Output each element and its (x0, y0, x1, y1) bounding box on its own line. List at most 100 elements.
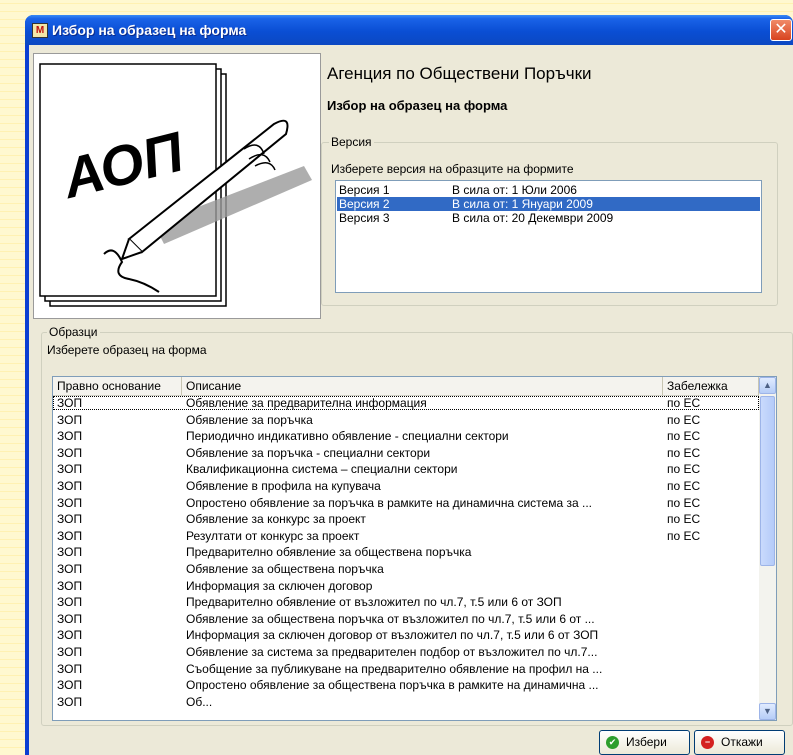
cell-note: по ЕС (667, 462, 701, 477)
check-icon: ✔ (606, 736, 619, 749)
cell-legal-basis: ЗОП (57, 694, 83, 709)
cell-description: Обявление за поръчка - специални сектори (186, 445, 431, 460)
cancel-button[interactable]: − Откажи (694, 730, 785, 755)
samples-legend: Образци (47, 325, 100, 339)
select-button-label: Избери (626, 735, 667, 749)
cell-description: Обявление за обществена поръчка от възло… (186, 611, 595, 626)
organization-title: Агенция по Обществени Поръчки (327, 64, 592, 83)
scroll-down-button[interactable]: ▼ (759, 703, 776, 720)
scroll-up-button[interactable]: ▲ (759, 377, 776, 394)
version-legend: Версия (329, 135, 374, 149)
cell-description: Квалификационна система – специални сект… (186, 462, 458, 477)
cell-note: по ЕС (667, 479, 701, 493)
cell-legal-basis: ЗОП (57, 628, 83, 643)
scroll-thumb[interactable] (760, 396, 775, 566)
table-row[interactable]: ЗОП Информация за сключен договор (53, 579, 759, 593)
column-header-note[interactable]: Забележка (663, 377, 759, 395)
table-row[interactable]: ЗОП Предварително обявление от възложител… (53, 595, 759, 609)
table-row[interactable]: ЗОП Съобщение за публикуване на предварит… (53, 662, 759, 676)
cell-legal-basis: ЗОП (57, 611, 83, 626)
cell-description: Съобщение за публикуване на предварителн… (186, 661, 603, 676)
cell-description: Опростено обявление за поръчка в рамките… (186, 495, 592, 510)
form-heading: Избор на образец на форма (327, 98, 508, 113)
version-name: Версия 2 (339, 197, 390, 211)
cell-note: по ЕС (667, 512, 701, 527)
table-row[interactable]: ЗОП Информация за сключен договор от възл… (53, 628, 759, 642)
cell-description: Опростено обявление за обществена поръчк… (186, 678, 599, 693)
table-row[interactable]: ЗОП Обявление за обществена поръчка от въ… (53, 612, 759, 626)
cell-description: Обявление за конкурс за проект (186, 512, 366, 527)
samples-table[interactable]: Правно основание Описание Забележка ЗОП О… (52, 376, 777, 721)
cell-legal-basis: ЗОП (57, 578, 83, 593)
version-hint: Изберете версия на образците на формите (331, 162, 574, 176)
cell-note: по ЕС (667, 445, 701, 460)
table-row[interactable]: ЗОП Обявление в профила на купувача по ЕС (53, 479, 759, 493)
title-bar[interactable]: M Избор на образец на форма ✕ (25, 15, 793, 45)
cell-legal-basis: ЗОП (57, 429, 83, 444)
aop-logo: АОП (33, 53, 321, 319)
table-row[interactable]: ЗОП Обявление за поръчка по ЕС (53, 413, 759, 427)
cell-description: Предварително обявление от възложител по… (186, 595, 562, 610)
cell-legal-basis: ЗОП (57, 528, 83, 543)
cell-description: Информация за сключен договор (186, 578, 373, 593)
cell-legal-basis: ЗОП (57, 595, 83, 610)
samples-hint: Изберете образец на форма (47, 343, 207, 357)
table-header: Правно основание Описание Забележка (53, 377, 759, 396)
vertical-scrollbar[interactable]: ▲ ▼ (759, 377, 776, 720)
version-list[interactable]: Версия 1 В сила от: 1 Юли 2006 Версия 2 … (335, 180, 762, 293)
cell-description: Обявление за предварителна информация (186, 396, 427, 410)
version-date: В сила от: 1 Януари 2009 (452, 197, 593, 211)
window-title: Избор на образец на форма (52, 22, 247, 38)
cell-description: Резултати от конкурс за проект (186, 528, 360, 543)
cell-legal-basis: ЗОП (57, 495, 83, 510)
table-row[interactable]: ЗОП Опростено обявление за обществена пор… (53, 678, 759, 692)
table-row[interactable]: ЗОП Обявление за конкурс за проект по ЕС (53, 512, 759, 526)
version-name: Версия 1 (339, 183, 390, 197)
cancel-button-label: Откажи (721, 735, 763, 749)
version-item[interactable]: Версия 3 В сила от: 20 Декември 2009 (337, 211, 760, 225)
cell-legal-basis: ЗОП (57, 412, 83, 427)
cell-note: по ЕС (667, 528, 701, 543)
version-item-selected[interactable]: Версия 2 В сила от: 1 Януари 2009 (337, 197, 760, 211)
dialog-window: M Избор на образец на форма ✕ АОП Агенци… (25, 15, 793, 755)
table-row[interactable]: ЗОП Обявление за система за предварителен… (53, 645, 759, 659)
cell-legal-basis: ЗОП (57, 445, 83, 460)
cell-legal-basis: ЗОП (57, 512, 83, 527)
table-row[interactable]: ЗОП Обявление за поръчка - специални сект… (53, 446, 759, 460)
select-button[interactable]: ✔ Избери (599, 730, 690, 755)
table-row[interactable]: ЗОП Периодично индикативно обявление - сп… (53, 429, 759, 443)
column-header-legal-basis[interactable]: Правно основание (53, 377, 182, 395)
cell-description: Об... (186, 694, 213, 709)
cell-note: по ЕС (667, 429, 701, 444)
cell-note: по ЕС (667, 495, 701, 510)
cell-legal-basis: ЗОП (57, 545, 83, 560)
table-row[interactable]: ЗОП Опростено обявление за поръчка в рамк… (53, 496, 759, 510)
cancel-icon: − (701, 736, 714, 749)
cell-note: по ЕС (667, 396, 701, 410)
cell-description: Обявление за система за предварителен по… (186, 645, 598, 659)
version-name: Версия 3 (339, 211, 390, 225)
app-icon: M (32, 23, 48, 38)
version-date: В сила от: 1 Юли 2006 (452, 183, 577, 197)
cell-legal-basis: ЗОП (57, 479, 83, 493)
cell-description: Предварително обявление за обществена по… (186, 545, 472, 560)
close-button[interactable]: ✕ (770, 19, 792, 41)
cell-note: по ЕС (667, 412, 701, 427)
table-row[interactable]: ЗОП Обявление за предварителна информация… (53, 396, 759, 410)
dialog-body: АОП Агенция по Обществени Поръчки Избор … (29, 45, 793, 755)
version-item[interactable]: Версия 1 В сила от: 1 Юли 2006 (337, 183, 760, 197)
cell-description: Обявление за обществена поръчка (186, 562, 384, 576)
cell-legal-basis: ЗОП (57, 678, 83, 693)
column-header-description[interactable]: Описание (182, 377, 663, 395)
cell-description: Информация за сключен договор от възложи… (186, 628, 599, 643)
cell-legal-basis: ЗОП (57, 645, 83, 659)
table-row[interactable]: ЗОП Резултати от конкурс за проект по ЕС (53, 529, 759, 543)
version-date: В сила от: 20 Декември 2009 (452, 211, 614, 225)
table-row[interactable]: ЗОП Обявление за обществена поръчка (53, 562, 759, 576)
table-row[interactable]: ЗОП Об... (53, 695, 759, 709)
table-row[interactable]: ЗОП Квалификационна система – специални с… (53, 462, 759, 476)
cell-legal-basis: ЗОП (57, 661, 83, 676)
cell-legal-basis: ЗОП (57, 562, 83, 576)
cell-legal-basis: ЗОП (57, 462, 83, 477)
table-row[interactable]: ЗОП Предварително обявление за обществена… (53, 545, 759, 559)
